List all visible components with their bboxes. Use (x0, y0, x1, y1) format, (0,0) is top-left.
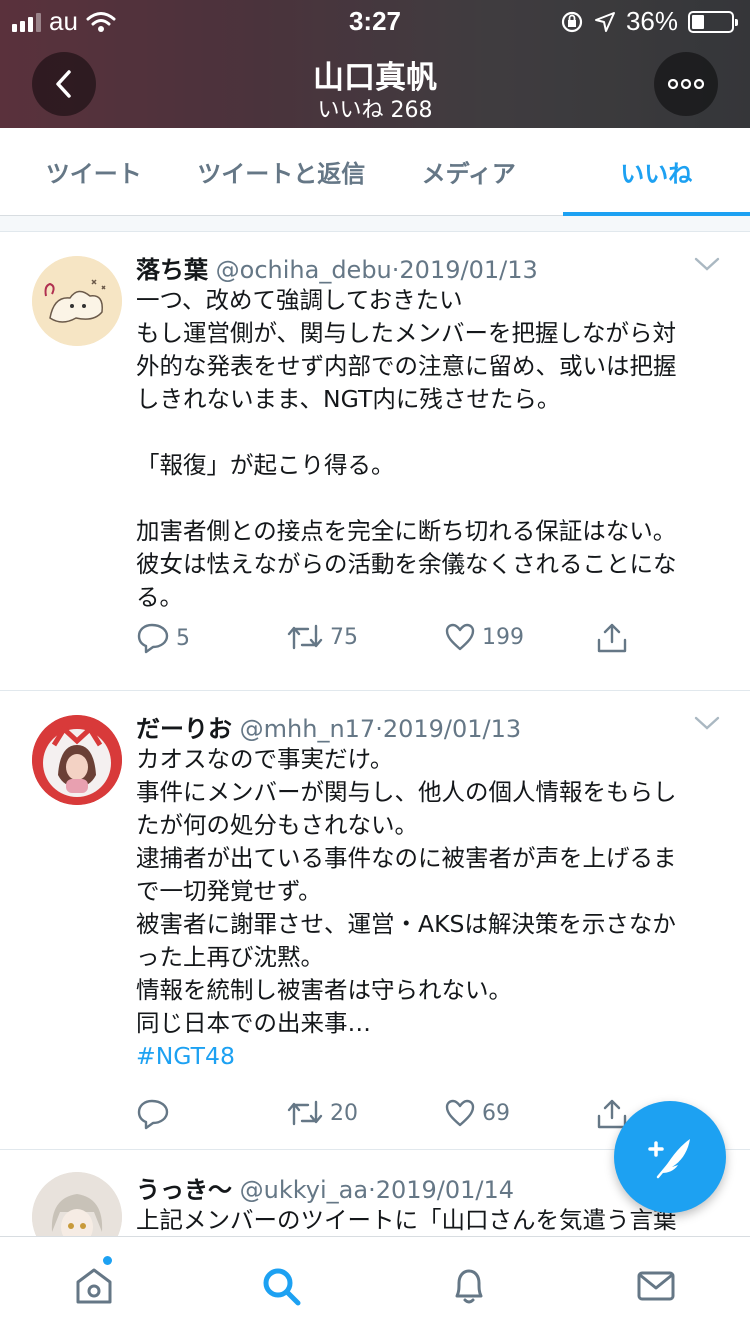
chevron-down-icon[interactable] (694, 256, 720, 272)
more-button[interactable] (654, 52, 718, 116)
tab-media[interactable]: メディア (375, 128, 563, 215)
messages-icon (637, 1271, 675, 1300)
tweet-text: 一つ、改めて強調しておきたい もし運営側が、関与したメンバーを把握しながら対 外… (136, 286, 677, 611)
tweet-handle[interactable]: @mhh_n17 (240, 715, 376, 743)
status-bar: au 3:27 36% (0, 0, 750, 42)
avatar[interactable] (32, 1172, 122, 1240)
tweet[interactable]: 落ち葉 @ochiha_debu·2019/01/13 一つ、改めて強調しておき… (0, 232, 750, 691)
orientation-lock-icon (561, 11, 583, 32)
home-icon (76, 1268, 112, 1303)
like-icon (445, 623, 475, 651)
tweet-handle[interactable]: @ukkyi_aa (240, 1176, 368, 1204)
tweet-date: 2019/01/13 (399, 256, 538, 284)
nav-home[interactable] (0, 1237, 188, 1334)
avatar[interactable] (32, 715, 122, 805)
retweet-icon (287, 624, 323, 650)
location-icon (594, 11, 615, 32)
like-button[interactable]: 69 (444, 1098, 510, 1128)
profile-name: 山口真帆 (313, 60, 437, 96)
tab-likes[interactable]: いいね (562, 128, 750, 216)
tweet-header: だーりお @mhh_n17·2019/01/13 (136, 715, 522, 743)
tweet-date: 2019/01/14 (375, 1176, 515, 1204)
profile-header: au 3:27 36% 山口真帆 いいね 268 (0, 0, 750, 128)
share-icon (597, 623, 627, 653)
tweet-author-name[interactable]: うっき〜 (136, 1176, 232, 1204)
share-button[interactable] (596, 622, 628, 654)
reply-button[interactable] (136, 1098, 176, 1130)
tweet-handle[interactable]: @ochiha_debu (216, 256, 392, 284)
chevron-down-icon[interactable] (694, 715, 720, 731)
retweet-count: 20 (330, 1100, 358, 1126)
retweet-button[interactable]: 75 (286, 622, 358, 652)
tab-tweets[interactable]: ツイート (0, 128, 188, 215)
likes-count: いいね 268 (317, 98, 433, 123)
like-button[interactable]: 199 (444, 622, 524, 652)
battery-icon (688, 10, 738, 33)
nav-search[interactable] (188, 1237, 376, 1334)
retweet-icon (287, 1100, 323, 1126)
reply-count: 5 (176, 625, 190, 651)
compose-tweet-button[interactable] (614, 1101, 726, 1213)
like-count: 69 (482, 1100, 510, 1126)
search-icon (263, 1268, 301, 1305)
more-icon (668, 79, 704, 89)
tab-tweets-and-replies[interactable]: ツイートと返信 (188, 128, 376, 215)
tweet-author-name[interactable]: 落ち葉 (136, 256, 208, 284)
tweet-text: カオスなので事実だけ。 事件にメンバーが関与し、他人の個人情報をもらし たが何の… (136, 743, 706, 1073)
tweet-author-name[interactable]: だーりお (136, 715, 232, 743)
separator (0, 216, 750, 232)
bottom-navigation (0, 1236, 750, 1334)
tweet[interactable]: だーりお @mhh_n17·2019/01/13 カオスなので事実だけ。 事件に… (0, 691, 750, 1150)
profile-tabs: ツイート ツイートと返信 メディア いいね (0, 128, 750, 216)
retweet-count: 75 (330, 624, 358, 650)
like-icon (445, 1099, 475, 1127)
battery-percent: 36% (625, 6, 678, 36)
avatar[interactable] (32, 256, 122, 346)
reply-icon (137, 623, 169, 654)
tweet-header: 落ち葉 @ochiha_debu·2019/01/13 (136, 256, 538, 284)
reply-icon (137, 1099, 169, 1130)
hashtag-link[interactable]: #NGT48 (136, 1040, 706, 1073)
tweet-date: 2019/01/13 (382, 715, 522, 743)
compose-icon (648, 1139, 690, 1179)
like-count: 199 (482, 624, 524, 650)
tweet-header: うっき〜 @ukkyi_aa·2019/01/14 (136, 1176, 515, 1204)
notifications-icon (455, 1269, 483, 1303)
notification-dot (103, 1256, 112, 1265)
reply-button[interactable]: 5 (136, 622, 190, 654)
retweet-button[interactable]: 20 (286, 1098, 358, 1128)
nav-messages[interactable] (563, 1237, 750, 1334)
nav-notifications[interactable] (375, 1237, 563, 1334)
tweet-text: 上記メンバーのツイートに「山口さんを気遣う言葉 (136, 1206, 677, 1234)
